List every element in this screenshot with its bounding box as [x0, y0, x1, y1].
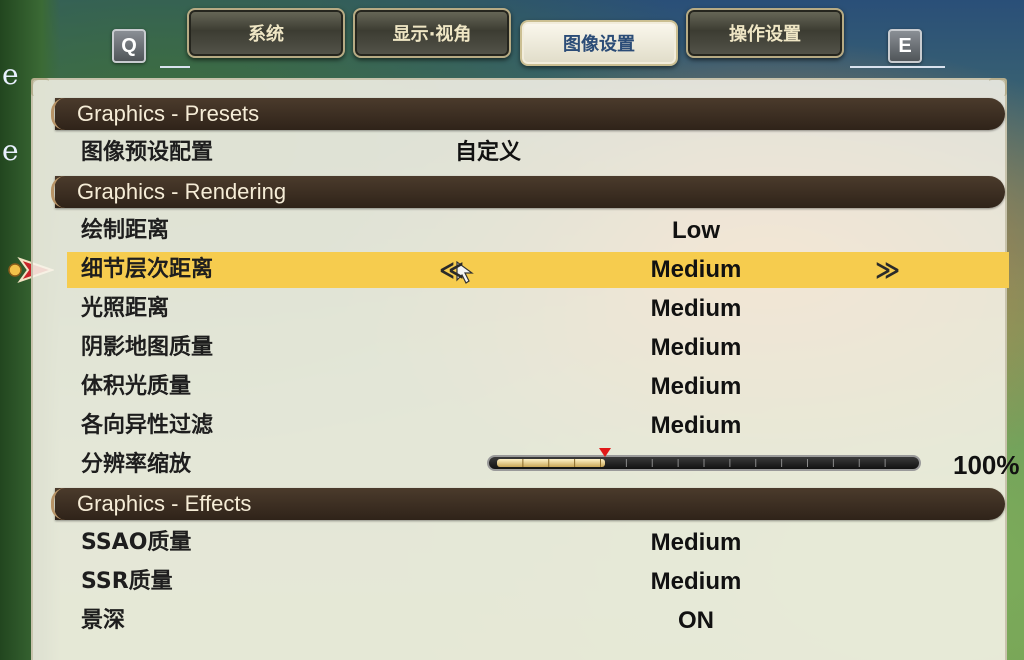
setting-label: 景深	[81, 608, 126, 633]
setting-label: 分辨率缩放	[81, 452, 192, 477]
panel-corner-ornament	[989, 78, 1007, 96]
section-header-presets: Graphics - Presets	[51, 98, 1005, 130]
setting-row-preset[interactable]: 图像预设配置 自定义	[67, 135, 1009, 171]
section-title: Graphics - Presets	[77, 101, 260, 126]
slider-handle-icon[interactable]	[599, 448, 611, 457]
setting-row-volumetric-light[interactable]: 体积光质量 Medium	[67, 369, 1009, 405]
setting-value: Medium	[650, 568, 742, 595]
section-title: Graphics - Rendering	[77, 179, 287, 204]
setting-label: 各向异性过滤	[81, 413, 214, 438]
setting-value: ON	[678, 607, 714, 634]
setting-value: 自定义	[455, 140, 522, 165]
setting-row-depth-of-field[interactable]: 景深 ON	[67, 603, 1009, 639]
setting-label: SSAO质量	[81, 530, 192, 555]
setting-row-ssr[interactable]: SSR质量 Medium	[67, 564, 1009, 600]
setting-label: 细节层次距离	[81, 257, 214, 282]
settings-panel: Graphics - Presets 图像预设配置 自定义 Graphics -…	[31, 78, 1020, 660]
setting-value: Medium	[650, 334, 742, 361]
setting-label: 体积光质量	[81, 374, 192, 399]
next-option-arrow[interactable]: ≫	[875, 252, 900, 288]
previous-option-arrow[interactable]: ≪	[439, 252, 464, 288]
tab-system[interactable]: 系统	[187, 8, 345, 58]
setting-label: 光照距离	[81, 296, 170, 321]
setting-row-light-distance[interactable]: 光照距离 Medium	[67, 291, 1009, 327]
section-header-effects: Graphics - Effects	[51, 488, 1005, 520]
tab-divider	[160, 66, 190, 68]
section-header-rendering: Graphics - Rendering	[51, 176, 1005, 208]
setting-value: Medium	[650, 412, 742, 439]
resolution-scale-slider[interactable]	[487, 448, 921, 471]
setting-label: 图像预设配置	[81, 140, 214, 165]
setting-label: 阴影地图质量	[81, 335, 214, 360]
setting-value: Medium	[650, 295, 742, 322]
setting-label: 绘制距离	[81, 218, 170, 243]
setting-row-anisotropic-filtering[interactable]: 各向异性过滤 Medium	[67, 408, 1009, 444]
panel-corner-ornament	[31, 78, 49, 96]
slider-ticks	[522, 459, 886, 467]
section-cap-ornament	[51, 98, 66, 130]
section-cap-ornament	[51, 488, 66, 520]
tab-divider	[850, 66, 945, 68]
setting-row-draw-distance[interactable]: 绘制距离 Low	[67, 213, 1009, 249]
tab-controls[interactable]: 操作设置	[686, 8, 844, 58]
tab-display-camera[interactable]: 显示·视角	[353, 8, 511, 58]
tab-bar: Q 系统 显示·视角 图像设置 操作设置 E	[0, 0, 1024, 78]
setting-label: SSR质量	[81, 569, 173, 594]
setting-value: Medium	[650, 529, 742, 556]
section-cap-ornament	[51, 176, 66, 208]
setting-row-shadow-quality[interactable]: 阴影地图质量 Medium	[67, 330, 1009, 366]
section-title: Graphics - Effects	[77, 491, 252, 516]
setting-value: Medium	[650, 373, 742, 400]
next-tab-key-button[interactable]: E	[888, 29, 922, 63]
setting-value: Low	[672, 217, 720, 244]
slider-percentage: 100%	[953, 450, 1020, 480]
background-text: e	[2, 134, 19, 167]
setting-row-lod-distance[interactable]: 细节层次距离 ≪ Medium ≫	[67, 252, 1009, 288]
setting-row-resolution-scale[interactable]: 分辨率缩放 100%	[67, 447, 1020, 483]
tab-graphics[interactable]: 图像设置	[520, 20, 678, 66]
prev-tab-key-button[interactable]: Q	[112, 29, 146, 63]
setting-row-ssao[interactable]: SSAO质量 Medium	[67, 525, 1009, 561]
setting-value: Medium	[650, 256, 742, 283]
